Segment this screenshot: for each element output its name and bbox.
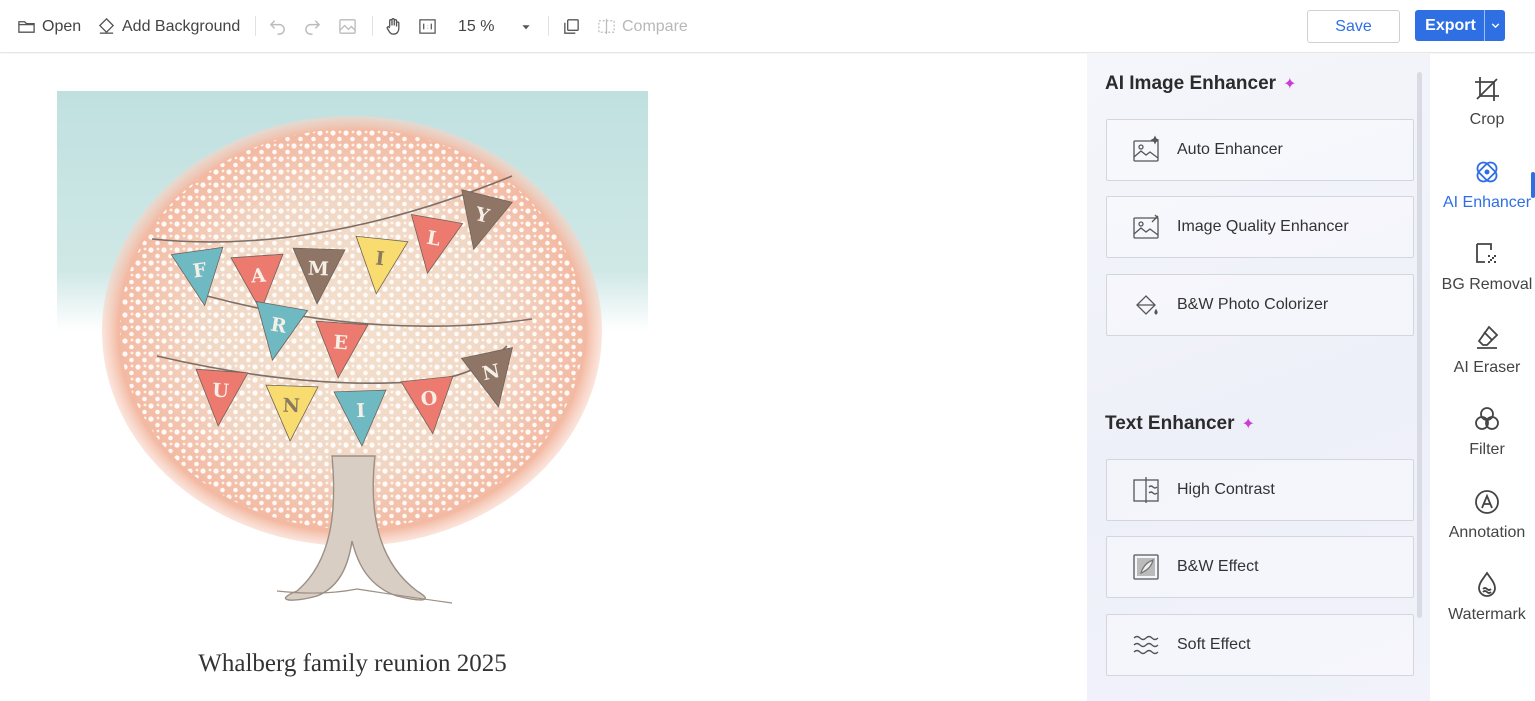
image-quality-enhancer-card[interactable]: Image Quality Enhancer (1106, 196, 1414, 258)
compare-label: Compare (622, 17, 688, 35)
export-label: Export (1425, 16, 1476, 34)
pennant-letter: O (420, 387, 439, 411)
high-contrast-label: High Contrast (1177, 481, 1275, 498)
image-quality-icon (1133, 214, 1159, 239)
ai-image-enhancer-heading: AI Image Enhancer ✦ (1105, 73, 1296, 95)
panel-scrollbar[interactable] (1417, 72, 1422, 618)
soft-effect-card[interactable]: Soft Effect (1106, 614, 1414, 676)
soft-effect-label: Soft Effect (1177, 636, 1251, 653)
tool-bg-removal-label: BG Removal (1441, 276, 1533, 293)
pennant-letter: U (212, 379, 230, 402)
family-tree-artwork[interactable]: F A M ILYREUN ION (57, 91, 648, 631)
bw-effect-icon (1133, 554, 1159, 580)
toolbar-divider (372, 16, 373, 36)
tool-filter-label: Filter (1469, 441, 1505, 458)
add-background-button[interactable]: Add Background (97, 0, 240, 53)
compare-icon (598, 18, 615, 35)
redo-button[interactable] (303, 0, 322, 53)
open-label: Open (42, 17, 82, 35)
folder-icon (18, 21, 35, 33)
pan-button[interactable] (384, 0, 403, 53)
bw-photo-colorizer-card[interactable]: B&W Photo Colorizer (1106, 274, 1414, 336)
hand-icon (386, 18, 400, 35)
tool-crop-label: Crop (1469, 111, 1505, 128)
ai-enhancer-icon (1476, 161, 1498, 183)
bw-photo-colorizer-label: B&W Photo Colorizer (1177, 296, 1329, 313)
background-icon (98, 17, 115, 34)
copy-icon (564, 19, 579, 34)
chevron-down-icon (1491, 23, 1499, 29)
sparkle-icon: ✦ (1283, 76, 1297, 93)
bw-effect-card[interactable]: B&W Effect (1106, 536, 1414, 598)
editor-canvas[interactable]: FAMILYREUNION Whalberg family reunion 20… (0, 54, 1087, 701)
toolbar-divider (548, 16, 549, 36)
zoom-select[interactable]: 15 % (458, 0, 532, 53)
paint-bucket-icon (1136, 295, 1158, 315)
tool-ai-eraser[interactable]: AI Eraser (1438, 323, 1535, 393)
tool-annotation[interactable]: Annotation (1438, 488, 1535, 558)
pennant-letter: M (307, 258, 329, 281)
high-contrast-icon (1133, 477, 1159, 503)
redo-icon (305, 20, 321, 35)
watermark-icon (1478, 571, 1496, 597)
export-button[interactable]: Export (1415, 10, 1505, 41)
high-contrast-card[interactable]: High Contrast (1106, 459, 1414, 521)
pennant-letter: I (356, 400, 366, 422)
toolbar-divider (255, 16, 256, 36)
copy-button[interactable] (562, 0, 581, 53)
filter-icon (1475, 407, 1499, 430)
auto-enhancer-label: Auto Enhancer (1177, 141, 1283, 158)
zoom-value: 15 % (458, 17, 495, 35)
tool-crop[interactable]: Crop (1438, 75, 1535, 145)
actual-size-button[interactable] (418, 0, 437, 53)
active-tool-indicator (1531, 172, 1535, 198)
compare-button[interactable]: Compare (597, 0, 688, 53)
text-enhancer-title: Text Enhancer (1105, 413, 1235, 434)
tool-ai-eraser-label: AI Eraser (1453, 359, 1521, 376)
image-button[interactable] (338, 0, 357, 53)
tool-bg-removal[interactable]: BG Removal (1438, 240, 1535, 310)
bg-removal-icon (1476, 243, 1496, 263)
bw-effect-label: B&W Effect (1177, 558, 1259, 575)
sparkle-icon: ✦ (1241, 416, 1255, 433)
tool-filter[interactable]: Filter (1438, 405, 1535, 475)
tool-watermark[interactable]: Watermark (1438, 570, 1535, 640)
tool-ai-enhancer-label: AI Enhancer (1442, 194, 1532, 211)
crop-icon (1475, 77, 1499, 101)
text-enhancer-heading: Text Enhancer ✦ (1105, 413, 1255, 435)
pennant-letter: A (249, 264, 266, 287)
tool-ai-enhancer[interactable]: AI Enhancer (1438, 158, 1535, 228)
undo-button[interactable] (268, 0, 287, 53)
soft-effect-icon (1133, 635, 1159, 655)
auto-enhancer-icon (1133, 135, 1160, 162)
pennant-letter: N (282, 395, 300, 418)
image-quality-enhancer-label: Image Quality Enhancer (1177, 218, 1349, 235)
eraser-icon (1477, 325, 1499, 349)
one-to-one-icon (419, 19, 436, 34)
add-background-label: Add Background (122, 17, 241, 35)
auto-enhancer-card[interactable]: Auto Enhancer (1106, 119, 1414, 181)
save-button[interactable]: Save (1307, 10, 1400, 43)
tool-watermark-label: Watermark (1448, 606, 1526, 623)
open-button[interactable]: Open (17, 0, 81, 53)
annotation-icon (1475, 490, 1499, 514)
chevron-down-icon (522, 24, 531, 29)
tool-annotation-label: Annotation (1448, 524, 1526, 541)
artwork-caption[interactable]: Whalberg family reunion 2025 (57, 650, 648, 678)
pennant-letter: E (333, 331, 349, 354)
image-icon (339, 19, 356, 34)
export-dropdown-button[interactable] (1484, 10, 1505, 41)
undo-icon (269, 20, 285, 35)
ai-image-enhancer-title: AI Image Enhancer (1105, 73, 1277, 94)
top-toolbar: Open Add Background 15 % Compare Save Ex… (0, 0, 1535, 53)
